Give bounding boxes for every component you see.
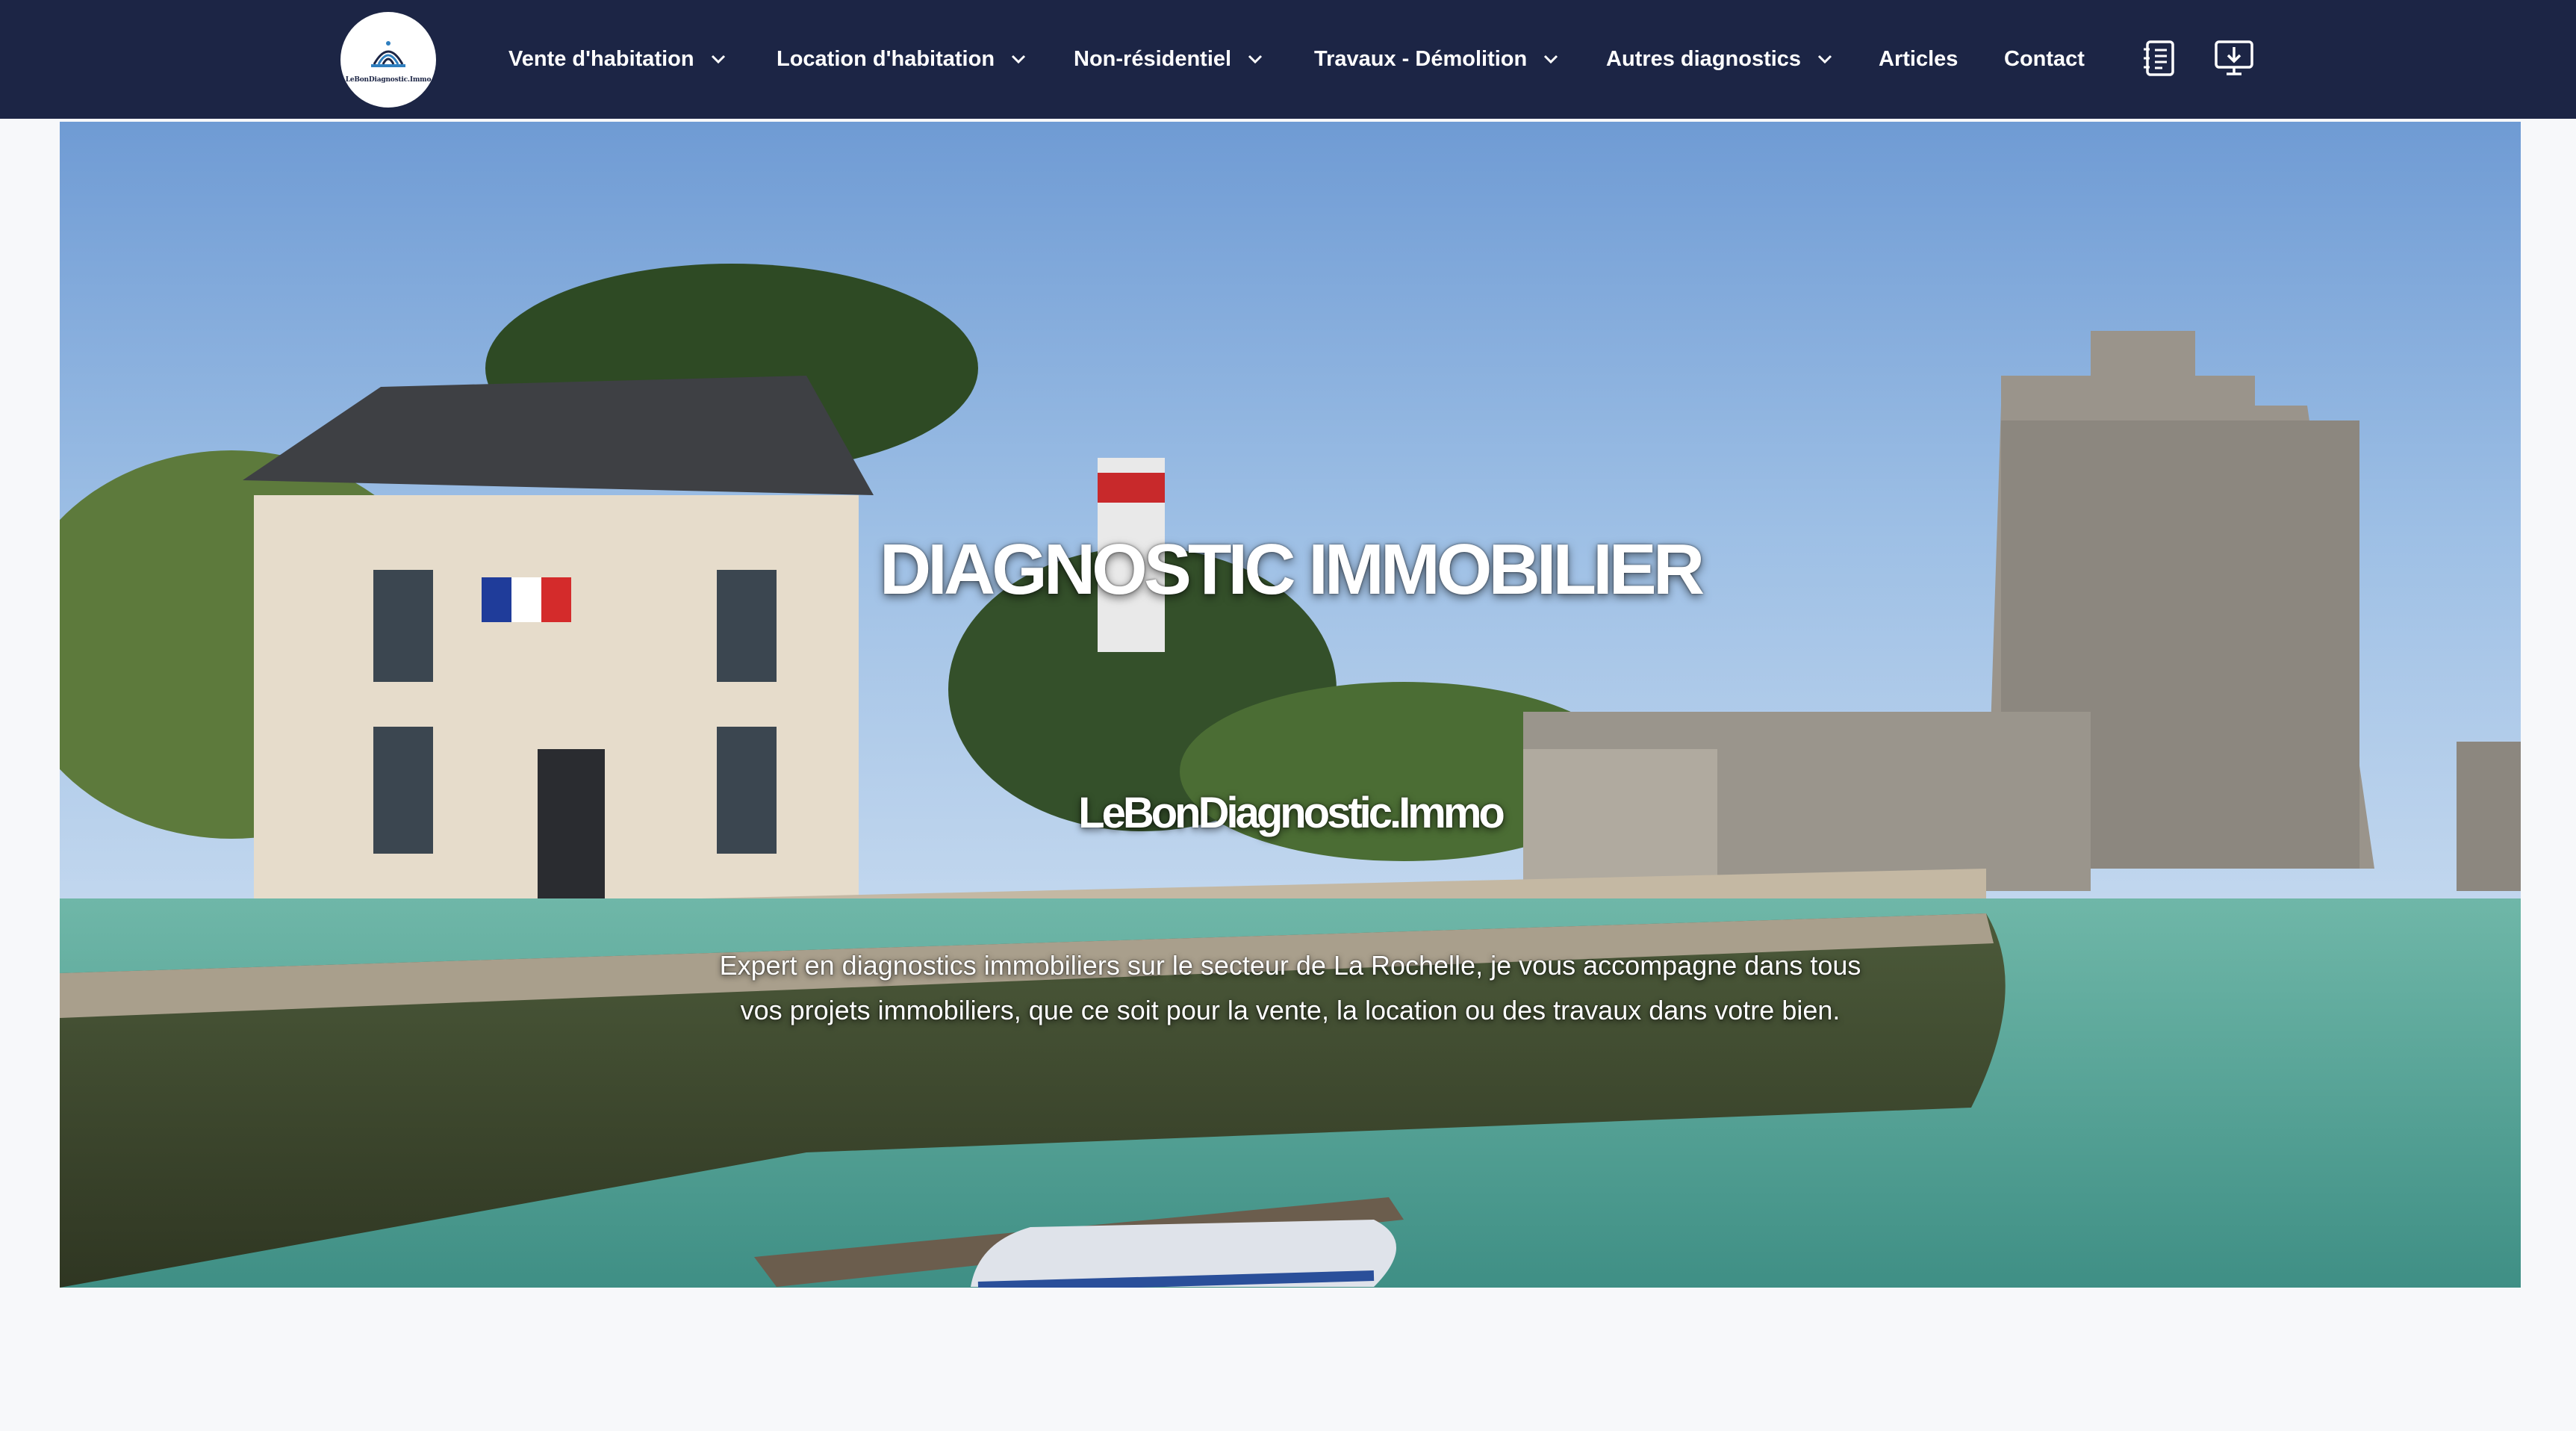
hero-description: Expert en diagnostics immobiliers sur le… bbox=[671, 943, 1910, 1033]
nav-item-vente[interactable]: Vente d'habitation bbox=[508, 44, 727, 74]
nav-item-label: Contact bbox=[2004, 46, 2085, 71]
nav-item-autres[interactable]: Autres diagnostics bbox=[1606, 44, 1834, 74]
hero-title: DIAGNOSTIC IMMOBILIER bbox=[879, 530, 1705, 609]
hero-banner: DIAGNOSTIC IMMOBILIER LeBonDiagnostic.Im… bbox=[60, 122, 2521, 1288]
page-background-below-hero bbox=[0, 1288, 2576, 1431]
nav-item-non-residentiel[interactable]: Non-résidentiel bbox=[1074, 44, 1264, 74]
nav-item-label: Autres diagnostics bbox=[1606, 46, 1802, 71]
hero-background-photo bbox=[60, 264, 2521, 1288]
nav-item-label: Travaux - Démolition bbox=[1314, 46, 1528, 71]
chevron-down-icon bbox=[1544, 55, 1558, 64]
hero-description-line: Expert en diagnostics immobiliers sur le… bbox=[719, 950, 1861, 981]
hero-description-line: vos projets immobiliers, que ce soit pou… bbox=[740, 995, 1841, 1025]
notebook-icon[interactable] bbox=[2141, 39, 2179, 78]
nav-item-label: Location d'habitation bbox=[777, 46, 995, 71]
nav-item-contact[interactable]: Contact bbox=[2004, 44, 2085, 74]
nav-item-label: Non-résidentiel bbox=[1074, 46, 1232, 71]
nav-item-location[interactable]: Location d'habitation bbox=[777, 44, 1027, 74]
nav-item-label: Articles bbox=[1879, 46, 1959, 71]
hero-subtitle: LeBonDiagnostic.Immo bbox=[1078, 789, 1505, 837]
nav-item-label: Vente d'habitation bbox=[508, 46, 694, 71]
chevron-down-icon bbox=[1248, 55, 1263, 64]
nav-item-travaux[interactable]: Travaux - Démolition bbox=[1314, 44, 1560, 74]
top-navbar: LeBonDiagnostic.Immo Vente d'habitation … bbox=[0, 0, 2576, 119]
chevron-down-icon bbox=[1011, 55, 1026, 64]
nav-item-articles[interactable]: Articles bbox=[1879, 44, 1958, 74]
chevron-down-icon bbox=[711, 55, 725, 64]
monitor-download-icon[interactable] bbox=[2213, 39, 2255, 78]
main-menu: Vente d'habitation Location d'habitation… bbox=[0, 0, 2576, 119]
chevron-down-icon bbox=[1818, 55, 1832, 64]
